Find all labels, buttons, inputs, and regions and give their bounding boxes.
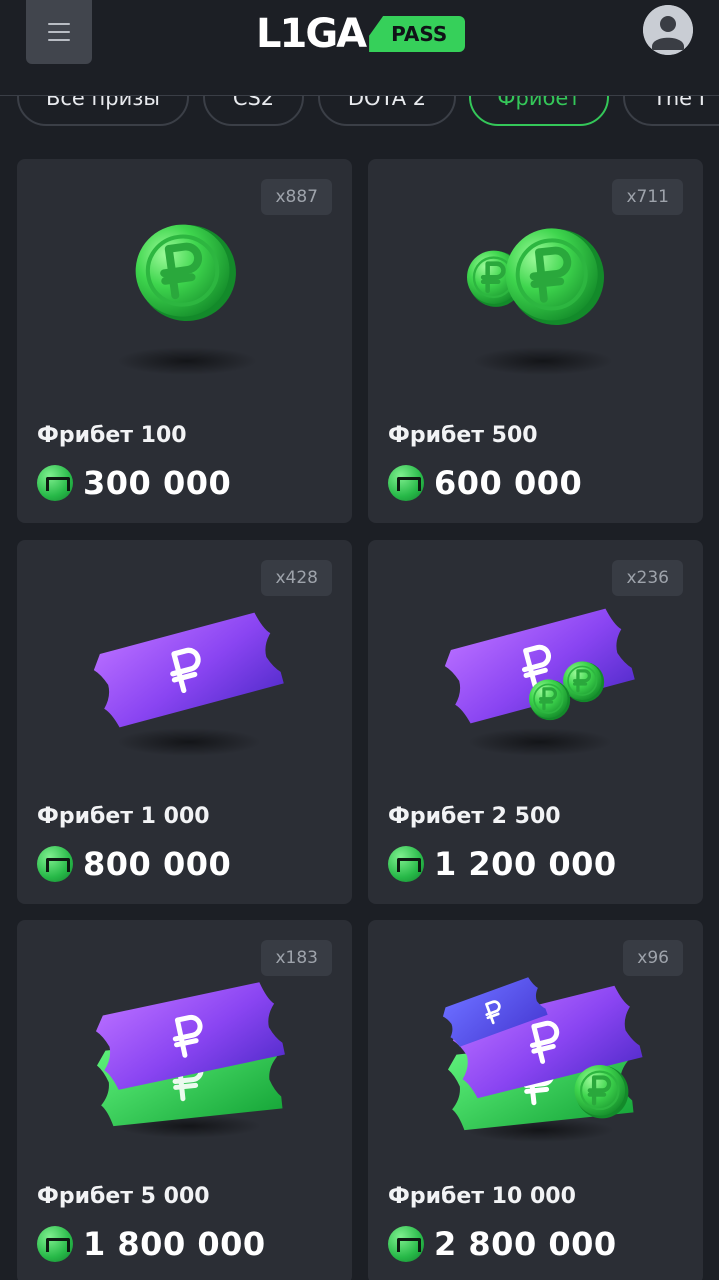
liga-coin-icon: [37, 465, 73, 501]
top-bar: L1GA PASS: [0, 0, 719, 96]
price-row: 1 200 000: [388, 844, 617, 884]
two-green-coins-icon: [465, 211, 613, 375]
stock-count-badge: x96: [623, 940, 683, 976]
price-row: 800 000: [37, 844, 231, 884]
liga-coin-icon: [37, 846, 73, 882]
product-card-freebet-1000[interactable]: x428 Фрибет 1 000 800 000: [17, 540, 352, 904]
menu-button[interactable]: [26, 0, 92, 64]
two-tickets-icon: [93, 980, 285, 1138]
tickets-with-coin-icon: [440, 975, 643, 1142]
logo-pass-badge: PASS: [369, 16, 466, 52]
product-price: 2 800 000: [434, 1225, 617, 1263]
stock-count-badge: x183: [261, 940, 332, 976]
liga-coin-icon: [388, 1226, 424, 1262]
stock-count-badge: x887: [261, 179, 332, 215]
liga-pass-logo[interactable]: L1GA PASS: [256, 11, 466, 57]
stock-count-badge: x236: [612, 560, 683, 596]
price-row: 2 800 000: [388, 1224, 617, 1264]
product-title: Фрибет 10 000: [388, 1184, 576, 1209]
product-card-freebet-100[interactable]: x887 Фрибет 100 300 000: [17, 159, 352, 523]
price-row: 600 000: [388, 463, 582, 503]
purple-ticket-icon: [90, 610, 284, 756]
liga-coin-icon: [388, 846, 424, 882]
stock-count-badge: x711: [612, 179, 683, 215]
product-card-freebet-2500[interactable]: x236 Фрибет 2 500 1 200 000: [368, 540, 703, 904]
product-title: Фрибет 100: [37, 423, 187, 448]
product-price: 300 000: [83, 464, 232, 502]
stock-count-badge: x428: [261, 560, 332, 596]
product-price: 600 000: [434, 464, 583, 502]
profile-avatar-button[interactable]: [643, 5, 693, 55]
green-coin-icon: [117, 211, 257, 375]
product-price: 1 200 000: [434, 845, 617, 883]
user-avatar-icon: [643, 5, 693, 55]
product-price: 1 800 000: [83, 1225, 266, 1263]
hamburger-icon: [48, 23, 70, 41]
product-title: Фрибет 500: [388, 423, 538, 448]
ticket-with-coins-icon: [441, 606, 635, 756]
product-card-freebet-500[interactable]: x711 Фрибет 500 600 000: [368, 159, 703, 523]
liga-coin-icon: [37, 1226, 73, 1262]
product-title: Фрибет 2 500: [388, 804, 561, 829]
product-title: Фрибет 5 000: [37, 1184, 210, 1209]
logo-wordmark: L1GA: [256, 11, 367, 57]
product-title: Фрибет 1 000: [37, 804, 210, 829]
price-row: 1 800 000: [37, 1224, 266, 1264]
product-price: 800 000: [83, 845, 232, 883]
product-card-freebet-5000[interactable]: x183 Фрибет 5 000 1 800 000: [17, 920, 352, 1280]
product-card-freebet-10000[interactable]: x96 Фрибет 10 000 2 800 000: [368, 920, 703, 1280]
price-row: 300 000: [37, 463, 231, 503]
liga-coin-icon: [388, 465, 424, 501]
